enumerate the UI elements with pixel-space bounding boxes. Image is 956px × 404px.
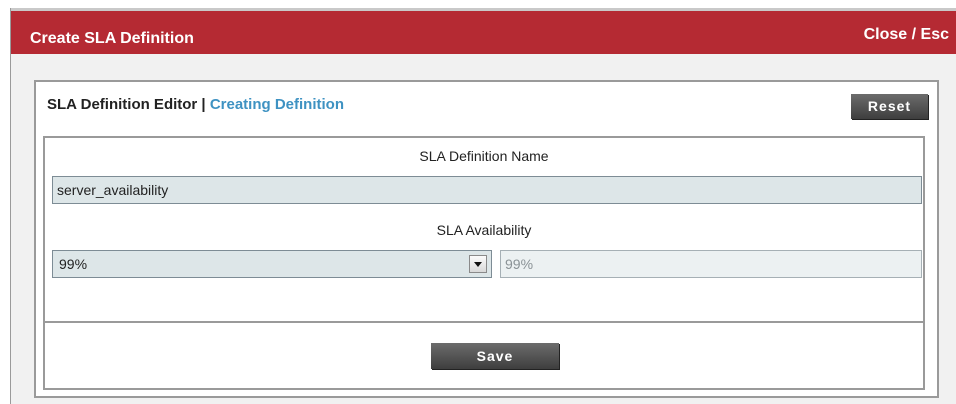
sla-editor-panel: SLA Definition Editor | Creating Definit…	[34, 80, 939, 398]
editor-header: SLA Definition Editor | Creating Definit…	[36, 82, 937, 128]
editor-title-separator: |	[197, 96, 210, 113]
create-sla-dialog: Create SLA Definition Close / Esc SLA De…	[10, 8, 956, 404]
save-button[interactable]: Save	[431, 343, 559, 369]
sla-availability-label: SLA Availability	[436, 222, 532, 238]
sla-availability-value-field[interactable]	[500, 250, 922, 278]
sla-availability-select[interactable]: 99%	[52, 250, 492, 278]
close-button[interactable]: Close / Esc	[864, 25, 949, 45]
dialog-title: Create SLA Definition	[30, 30, 194, 47]
chevron-down-icon[interactable]	[469, 255, 487, 273]
sla-form: SLA Definition Name SLA Availability 99%…	[43, 136, 925, 390]
reset-button[interactable]: Reset	[851, 94, 928, 119]
dialog-title-bar: Create SLA Definition Close / Esc	[11, 8, 956, 54]
editor-title: SLA Definition Editor | Creating Definit…	[47, 96, 344, 114]
editor-title-label: SLA Definition Editor	[47, 96, 198, 113]
editor-state: Creating Definition	[209, 96, 344, 113]
form-divider	[45, 321, 923, 323]
sla-availability-selected: 99%	[59, 256, 88, 272]
sla-name-label: SLA Definition Name	[419, 148, 549, 164]
sla-name-field[interactable]	[52, 176, 922, 204]
